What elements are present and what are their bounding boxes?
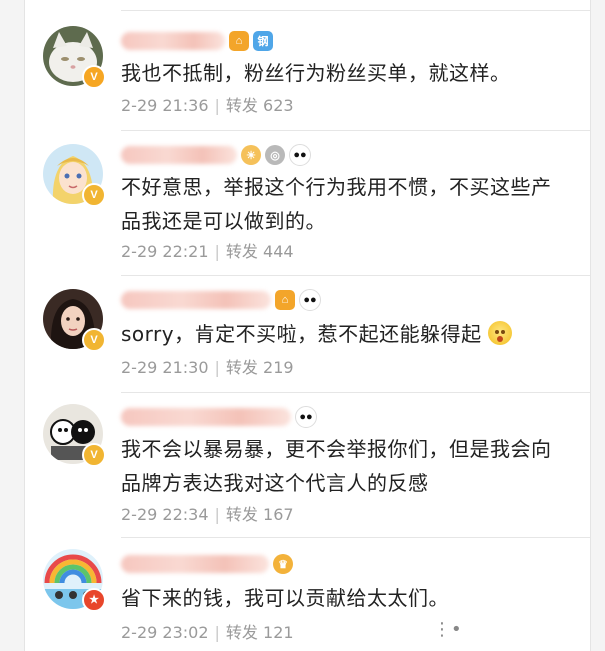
panda-badge-icon: ●● (295, 406, 317, 428)
verified-badge: V (82, 328, 106, 352)
comment-text: 不好意思，举报这个行为我用不惯，不买这些产 品我还是可以做到的。 (121, 175, 552, 233)
avatar[interactable]: V (43, 404, 106, 467)
meta-separator: | (214, 505, 220, 524)
comment-item[interactable]: V ⌂ 钢 我也不抵制，粉丝行为粉丝买单，就这样。 2-29 21:36 | 转… (25, 0, 590, 130)
panda-badge-icon: ●● (289, 144, 311, 166)
avatar[interactable]: V (43, 144, 106, 207)
sun-badge-icon: ☀ (241, 145, 261, 165)
repost-link[interactable]: 转发 444 (226, 241, 294, 263)
comment-text: 我不会以暴易暴，更不会举报你们，但是我会向 品牌方表达我对这个代言人的反感 (121, 437, 552, 495)
repost-count: 444 (263, 242, 294, 261)
username-row[interactable]: ●● (121, 404, 317, 430)
comment-item[interactable]: V ☀ ◎ ●● 不好意思，举报这个行为我用不惯，不买这些产 品我还是可以做到的… (25, 130, 590, 275)
comment-date: 2-29 22:21 (121, 242, 209, 261)
comment-meta: 2-29 22:21 | 转发 444 (121, 241, 294, 263)
comment-text-body: sorry，肯定不买啦，惹不起还能躲得起 (121, 322, 482, 346)
username-blurred[interactable] (121, 32, 225, 50)
divider (121, 130, 590, 131)
comment-date: 2-29 21:30 (121, 358, 209, 377)
repost-label: 转发 (225, 96, 258, 115)
comment-item[interactable]: ★ ♛ 省下来的钱，我可以贡献给太太们。 2-29 23:02 | 转发 121… (25, 537, 590, 651)
divider (121, 275, 590, 276)
username-blurred[interactable] (121, 291, 271, 309)
comment-text: 我也不抵制，粉丝行为粉丝买单，就这样。 (121, 61, 511, 85)
meta-separator: | (214, 358, 220, 377)
username-row[interactable]: ♛ (121, 551, 293, 577)
repost-link[interactable]: 转发 219 (226, 357, 294, 379)
comment-meta: 2-29 21:36 | 转发 623 (121, 95, 294, 117)
meta-separator: | (214, 96, 220, 115)
repost-link[interactable]: 转发 623 (226, 95, 294, 117)
comment-date: 2-29 21:36 (121, 96, 209, 115)
username-row[interactable]: ⌂ ●● (121, 287, 321, 313)
repost-count: 167 (263, 505, 294, 524)
crown-badge-icon: ♛ (273, 554, 293, 574)
username-blurred[interactable] (121, 408, 291, 426)
repost-label: 转发 (225, 242, 258, 261)
username-blurred[interactable] (121, 555, 269, 573)
repost-count: 121 (263, 623, 294, 642)
avatar[interactable]: V (43, 26, 106, 89)
username-row[interactable]: ⌂ 钢 (121, 28, 273, 54)
repost-count: 219 (263, 358, 294, 377)
verified-badge: V (82, 443, 106, 467)
repost-label: 转发 (225, 358, 258, 377)
comment-date: 2-29 22:34 (121, 505, 209, 524)
home-badge-icon: ⌂ (275, 290, 295, 310)
verified-badge: V (82, 183, 106, 207)
avatar[interactable]: V (43, 289, 106, 352)
divider (121, 10, 590, 11)
avatar[interactable]: ★ (43, 549, 106, 612)
comment-text: 省下来的钱，我可以贡献给太太们。 (121, 586, 449, 610)
meta-separator: | (214, 242, 220, 261)
comment-item[interactable]: V ●● 我不会以暴易暴，更不会举报你们，但是我会向 品牌方表达我对这个代言人的… (25, 392, 590, 537)
repost-link[interactable]: 转发 121 (226, 622, 294, 644)
divider (121, 537, 590, 538)
comment-meta: 2-29 23:02 | 转发 121 (121, 622, 294, 644)
comment-date: 2-29 23:02 (121, 623, 209, 642)
username-row[interactable]: ☀ ◎ ●● (121, 142, 311, 168)
repost-link[interactable]: 转发 167 (226, 504, 294, 526)
shield-badge-icon: 钢 (253, 31, 273, 51)
comment-meta: 2-29 21:30 | 转发 219 (121, 357, 294, 379)
comment-meta: 2-29 22:34 | 转发 167 (121, 504, 294, 526)
repost-label: 转发 (225, 623, 258, 642)
comment-text: sorry，肯定不买啦，惹不起还能躲得起 (121, 317, 568, 351)
meta-separator: | (214, 623, 220, 642)
repost-count: 623 (263, 96, 294, 115)
comment-list: V ⌂ 钢 我也不抵制，粉丝行为粉丝买单，就这样。 2-29 21:36 | 转… (24, 0, 591, 651)
more-options-icon[interactable]: ⋮• (433, 619, 462, 640)
verified-badge: V (82, 65, 106, 89)
medal-badge-icon: ◎ (265, 145, 285, 165)
verified-badge: ★ (82, 588, 106, 612)
flushed-emoji-icon (487, 321, 512, 345)
comment-item[interactable]: V ⌂ ●● sorry，肯定不买啦，惹不起还能躲得起 2-29 21:30 |… (25, 275, 590, 387)
divider (121, 392, 590, 393)
home-badge-icon: ⌂ (229, 31, 249, 51)
panda-badge-icon: ●● (299, 289, 321, 311)
username-blurred[interactable] (121, 146, 237, 164)
repost-label: 转发 (225, 505, 258, 524)
